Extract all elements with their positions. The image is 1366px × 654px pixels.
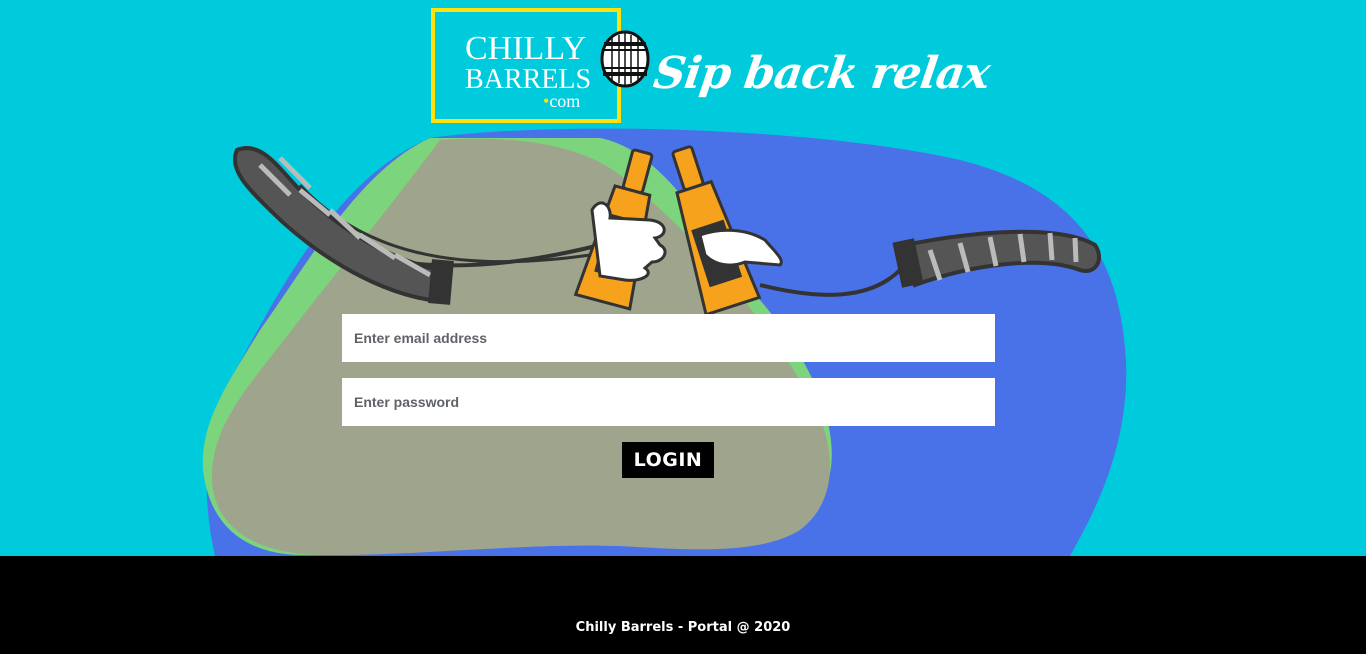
footer: Chilly Barrels - Portal @ 2020 bbox=[0, 556, 1366, 654]
brand-logo-text: CHILLY BARRELS •com bbox=[465, 30, 605, 111]
brand-line1: CHILLY bbox=[465, 30, 587, 67]
footer-copyright: Chilly Barrels - Portal @ 2020 bbox=[575, 620, 791, 635]
email-input[interactable] bbox=[342, 314, 995, 362]
hero-section: CHILLY BARRELS •com Sip back relax LOGIN bbox=[0, 0, 1366, 556]
barrel-icon bbox=[600, 30, 650, 88]
password-input[interactable] bbox=[342, 378, 995, 426]
brand-logo: CHILLY BARRELS •com bbox=[431, 8, 621, 123]
login-button[interactable]: LOGIN bbox=[622, 442, 714, 478]
brand-line2: BARRELS bbox=[465, 64, 592, 95]
brand-domain: •com bbox=[543, 92, 605, 110]
brand-domain-text: com bbox=[549, 91, 581, 111]
brand-tagline: Sip back relax bbox=[650, 48, 993, 99]
